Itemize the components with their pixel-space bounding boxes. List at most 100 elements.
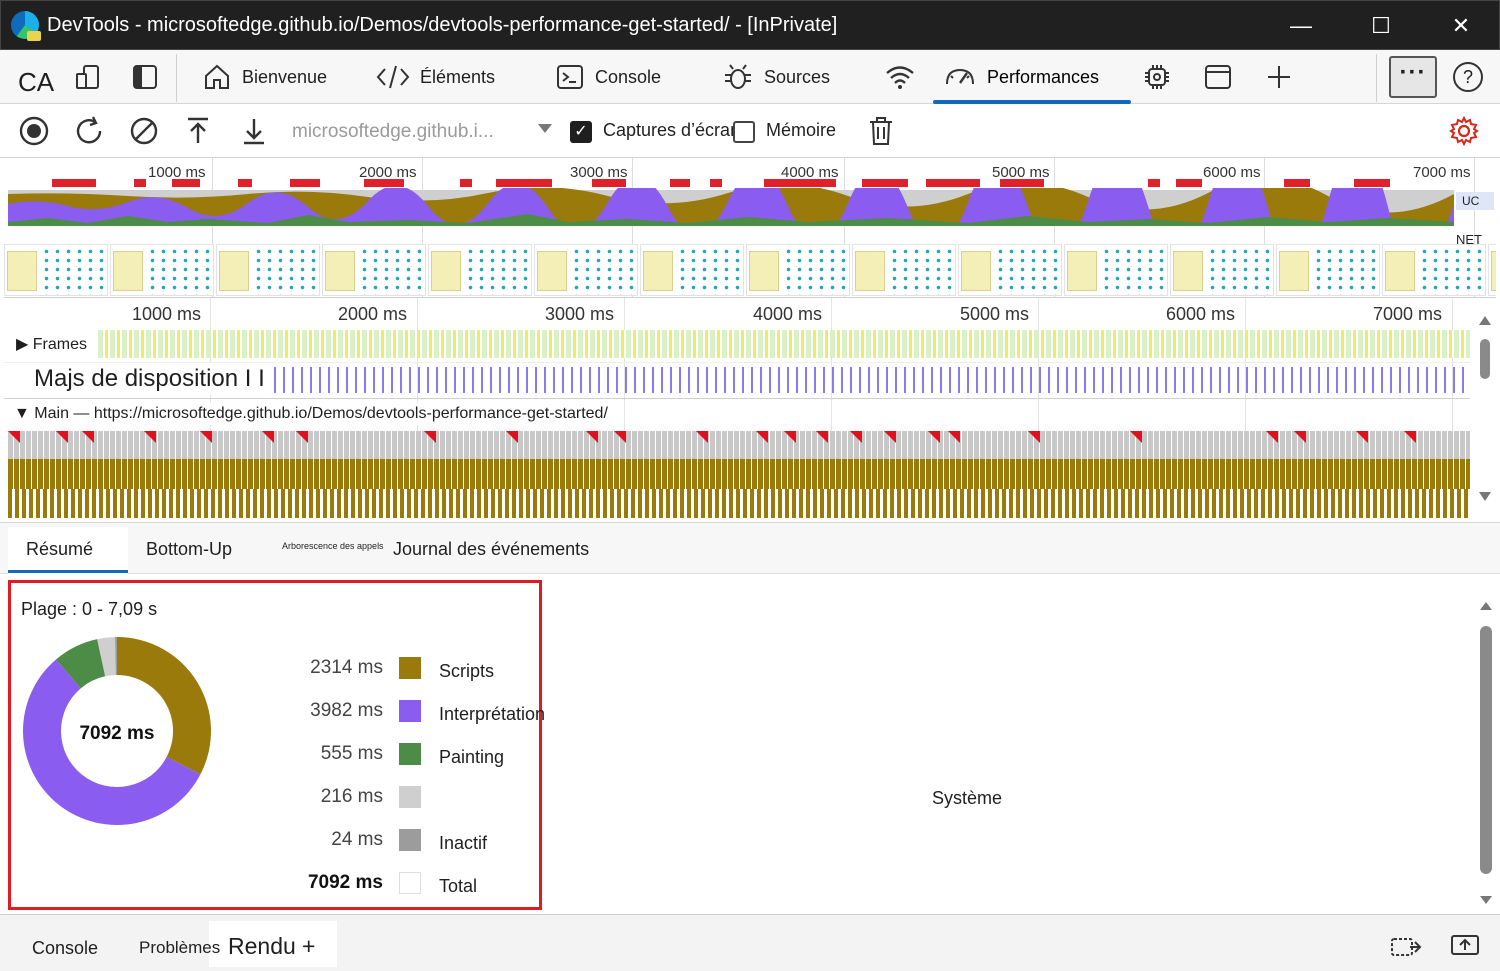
- add-tab-icon[interactable]: [1264, 62, 1294, 92]
- activity-donut-chart: 7092 ms: [23, 637, 211, 825]
- scripting-bars-lower: [8, 489, 1470, 518]
- main-track-header[interactable]: ▼ Main — https://microsoftedge.github.io…: [10, 403, 612, 425]
- capture-settings-gear-icon[interactable]: [1448, 115, 1480, 147]
- layout-shifts-label: Majs de disposition I I: [30, 363, 269, 395]
- range-label: Plage : 0 - 7,09 s: [21, 599, 158, 619]
- tab-label: Performances: [987, 66, 1100, 87]
- timeline-overview[interactable]: 1000 ms 2000 ms 3000 ms 4000 ms 5000 ms …: [4, 158, 1496, 298]
- title-bar: DevTools - microsoftedge.github.io/Demos…: [0, 0, 1500, 50]
- more-tools-button[interactable]: ···: [1389, 56, 1437, 98]
- screenshot-filmstrip[interactable]: [4, 244, 1496, 296]
- clear-icon[interactable]: [128, 115, 160, 147]
- legend-swatch: [399, 829, 421, 851]
- main-thread-label: Main — https://microsoftedge.github.io/D…: [34, 405, 608, 422]
- frames-track-header[interactable]: ▶ Frames: [12, 332, 91, 356]
- long-task-flag: [928, 431, 940, 443]
- device-toggle-icon[interactable]: [74, 62, 104, 92]
- scripting-bars: [8, 459, 1470, 489]
- long-task-marker: [862, 179, 908, 187]
- legend-row-painting: 555 ms Painting: [261, 739, 541, 767]
- timeline-scrollbar[interactable]: [1474, 305, 1496, 515]
- main-thread-track[interactable]: ▼ Main — https://microsoftedge.github.io…: [4, 398, 1470, 518]
- trash-icon[interactable]: [865, 115, 897, 147]
- long-task-marker: [134, 179, 146, 187]
- long-task-marker: [764, 179, 836, 187]
- legend-value: 24 ms: [331, 829, 383, 850]
- tab-summary[interactable]: Résumé: [26, 539, 93, 560]
- long-task-flag: [816, 431, 828, 443]
- legend-value: 2314 ms: [310, 657, 383, 678]
- timeline-flamechart[interactable]: 1000 ms 2000 ms 3000 ms 4000 ms 5000 ms …: [4, 298, 1496, 518]
- application-icon[interactable]: [1203, 62, 1233, 92]
- drawer-add-tab-button[interactable]: +: [302, 933, 315, 960]
- processor-icon[interactable]: [1142, 62, 1172, 92]
- long-task-marker: [1354, 179, 1390, 187]
- summary-scrollbar[interactable]: [1476, 588, 1496, 908]
- screenshot-thumbnail: [322, 244, 426, 296]
- memory-label: Mémoire: [766, 120, 837, 140]
- long-task-flag: [296, 431, 308, 443]
- dock-side-icon[interactable]: [130, 62, 160, 92]
- minimize-button[interactable]: —: [1261, 1, 1341, 51]
- long-task-flag: [696, 431, 708, 443]
- record-icon[interactable]: [18, 115, 50, 147]
- legend-row-rendering: 3982 ms Interprétation: [261, 696, 545, 724]
- drawer-tab-bar: Console Problèmes Rendu +: [0, 914, 1500, 971]
- long-task-marker: [1284, 179, 1310, 187]
- chevron-down-icon[interactable]: [538, 124, 552, 133]
- long-task-flag: [1266, 431, 1278, 443]
- tab-performance[interactable]: Performances: [933, 50, 1131, 104]
- devtools-tab-bar: CA Bienvenue Éléments Console Sources Pe…: [0, 50, 1500, 104]
- long-task-flag: [614, 431, 626, 443]
- scroll-thumb: [1480, 339, 1490, 379]
- legend-swatch: [399, 872, 421, 894]
- recording-select[interactable]: microsoftedge.github.i...: [292, 121, 494, 143]
- memory-checkbox[interactable]: [733, 121, 755, 143]
- screenshots-checkbox[interactable]: ✓: [570, 121, 592, 143]
- tab-welcome[interactable]: Bienvenue: [202, 50, 327, 104]
- tab-network[interactable]: [884, 50, 916, 104]
- frames-track[interactable]: ▶ Frames: [4, 328, 1470, 358]
- upload-icon[interactable]: [182, 115, 214, 147]
- drawer-tab-issues[interactable]: Problèmes: [139, 938, 220, 958]
- long-task-marker: [496, 179, 552, 187]
- screenshot-thumbnail: [216, 244, 320, 296]
- window-title: DevTools - microsoftedge.github.io/Demos…: [47, 14, 838, 36]
- donut-slice: [117, 637, 211, 775]
- long-task-flag: [948, 431, 960, 443]
- long-task-flag: [1404, 431, 1416, 443]
- drawer-tab-console[interactable]: Console: [32, 938, 98, 959]
- tab-call-tree[interactable]: Arborescence des appels: [282, 541, 384, 551]
- tab-event-log[interactable]: Journal des événements: [393, 539, 589, 560]
- long-task-flag: [1028, 431, 1040, 443]
- legend-name: Interprétation: [439, 704, 546, 724]
- code-icon: [376, 65, 410, 89]
- drawer-tab-rendering[interactable]: Rendu: [228, 933, 296, 960]
- device-emulation-label[interactable]: CA: [18, 67, 54, 98]
- reload-record-icon[interactable]: [73, 115, 105, 147]
- overview-tick: 6000 ms: [1203, 164, 1261, 181]
- layout-shifts-track[interactable]: Majs de disposition I I: [4, 362, 1470, 395]
- tab-sources[interactable]: Sources: [722, 50, 830, 104]
- tab-console[interactable]: Console: [555, 50, 661, 104]
- inprivate-badge-icon: [27, 31, 41, 41]
- legend-name: Total: [439, 876, 478, 896]
- tab-bottom-up[interactable]: Bottom-Up: [146, 539, 232, 560]
- download-icon[interactable]: [238, 115, 270, 147]
- legend-swatch: [399, 657, 421, 679]
- long-task-marker: [1000, 179, 1044, 187]
- maximize-drawer-icon[interactable]: [1450, 933, 1480, 957]
- screenshot-thumbnail: [1488, 244, 1496, 296]
- close-button[interactable]: ✕: [1421, 1, 1500, 51]
- long-task-flag: [784, 431, 796, 443]
- maximize-button[interactable]: ☐: [1341, 1, 1421, 51]
- help-button[interactable]: ?: [1453, 62, 1483, 92]
- active-tab-indicator: [8, 570, 128, 573]
- timeline-tick: 5000 ms: [960, 304, 1030, 324]
- expand-triangle-icon: ▶: [16, 336, 29, 353]
- long-task-marker: [710, 179, 722, 187]
- tab-elements[interactable]: Éléments: [376, 50, 495, 104]
- screenshot-thumbnail: [428, 244, 532, 296]
- dock-drawer-icon[interactable]: [1390, 933, 1422, 957]
- screenshot-thumbnail: [110, 244, 214, 296]
